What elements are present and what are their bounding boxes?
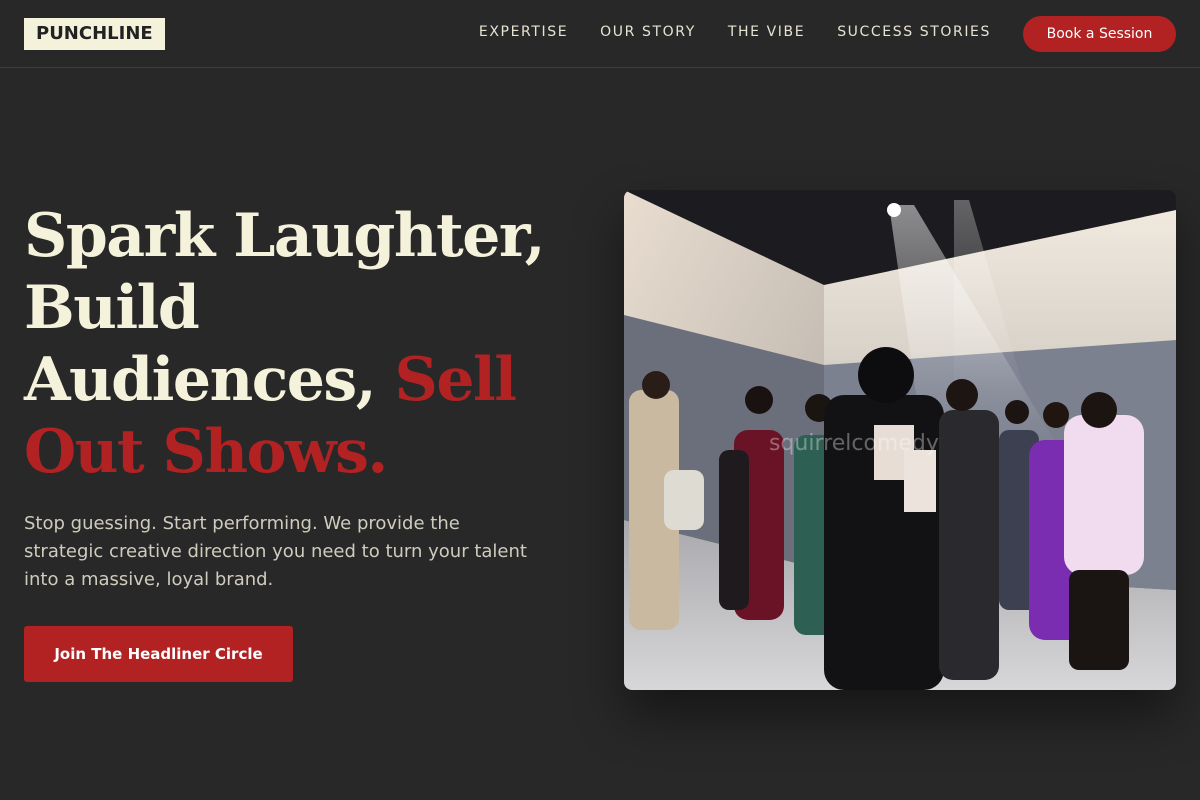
hero-title-accent-sell: Sell — [394, 345, 517, 415]
top-nav: PUNCHLINE EXPERTISE OUR STORY THE VIBE S… — [0, 0, 1200, 68]
hero-title-line1: Spark Laughter, — [24, 201, 546, 271]
hero-title-line3: Audiences, — [24, 345, 395, 415]
hero-title: Spark Laughter, Build Audiences, Sell Ou… — [24, 200, 604, 488]
nav-link-the-vibe[interactable]: THE VIBE — [728, 22, 805, 42]
nav-link-expertise[interactable]: EXPERTISE — [479, 22, 568, 42]
nav-links: EXPERTISE OUR STORY THE VIBE SUCCESS STO… — [479, 22, 991, 42]
logo[interactable]: PUNCHLINE — [24, 18, 165, 50]
hero-photo: squirrelcomedy — [624, 190, 1176, 690]
nav-link-success-stories[interactable]: SUCCESS STORIES — [837, 22, 991, 42]
join-headliner-circle-button[interactable]: Join The Headliner Circle — [24, 626, 293, 682]
hero-title-accent-out-shows: Out Shows. — [24, 417, 388, 487]
nav-link-our-story[interactable]: OUR STORY — [600, 22, 696, 42]
hero-subtitle: Stop guessing. Start performing. We prov… — [24, 513, 527, 590]
photo-watermark: squirrelcomedy — [769, 431, 939, 456]
book-session-button[interactable]: Book a Session — [1023, 16, 1176, 52]
hero-photo-illustration: squirrelcomedy — [624, 190, 1176, 690]
hero-title-line2: Build — [24, 273, 200, 343]
